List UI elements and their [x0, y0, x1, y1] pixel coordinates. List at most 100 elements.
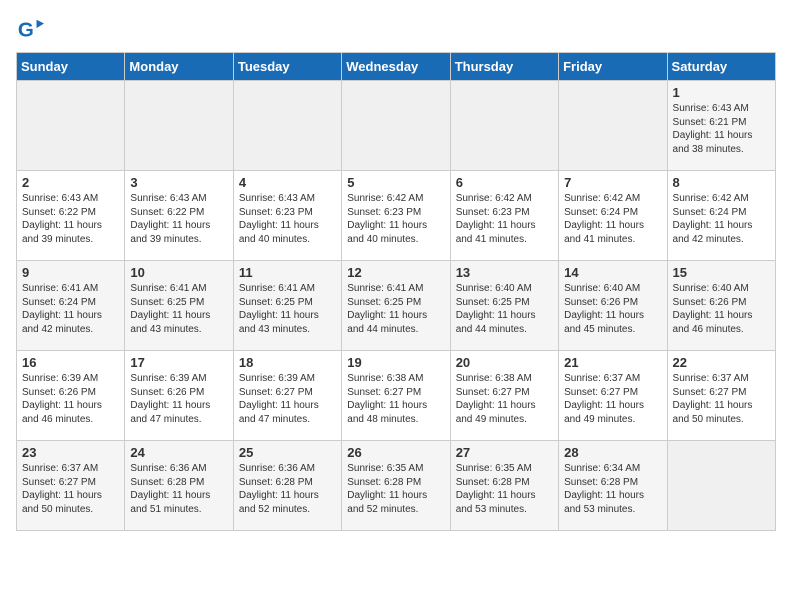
calendar-cell: 12Sunrise: 6:41 AMSunset: 6:25 PMDayligh…: [342, 261, 450, 351]
day-header-wednesday: Wednesday: [342, 53, 450, 81]
calendar-cell: [17, 81, 125, 171]
cell-info: Sunrise: 6:42 AMSunset: 6:24 PMDaylight:…: [673, 192, 770, 246]
day-number: 13: [456, 265, 553, 280]
day-number: 9: [22, 265, 119, 280]
week-row-3: 9 Sunrise: 6:41 AMSunset: 6:24 PMDaylight…: [17, 261, 776, 351]
calendar-cell: 2 Sunrise: 6:43 AMSunset: 6:22 PMDaylight…: [17, 171, 125, 261]
cell-info: Sunrise: 6:43 AMSunset: 6:23 PMDaylight:…: [239, 192, 336, 246]
cell-info: Sunrise: 6:43 AMSunset: 6:21 PMDaylight:…: [673, 102, 770, 156]
calendar-cell: 21 Sunrise: 6:37 AMSunset: 6:27 PMDayligh…: [559, 351, 667, 441]
cell-info: Sunrise: 6:37 AMSunset: 6:27 PMDaylight:…: [564, 372, 661, 426]
calendar-cell: 24 Sunrise: 6:36 AMSunset: 6:28 PMDayligh…: [125, 441, 233, 531]
calendar-cell: 25 Sunrise: 6:36 AMSunset: 6:28 PMDayligh…: [233, 441, 341, 531]
cell-info: Sunrise: 6:42 AMSunset: 6:23 PMDaylight:…: [456, 192, 553, 246]
day-number: 2: [22, 175, 119, 190]
cell-info: Sunrise: 6:37 AMSunset: 6:27 PMDaylight:…: [22, 462, 119, 516]
week-row-1: 1 Sunrise: 6:43 AMSunset: 6:21 PMDaylight…: [17, 81, 776, 171]
logo: G: [16, 16, 48, 44]
calendar-cell: 10 Sunrise: 6:41 AMSunset: 6:25 PMDayligh…: [125, 261, 233, 351]
day-number: 15: [673, 265, 770, 280]
cell-info: Sunrise: 6:42 AMSunset: 6:23 PMDaylight:…: [347, 192, 444, 246]
cell-info: Sunrise: 6:39 AMSunset: 6:26 PMDaylight:…: [22, 372, 119, 426]
day-number: 5: [347, 175, 444, 190]
day-header-tuesday: Tuesday: [233, 53, 341, 81]
calendar-cell: 19 Sunrise: 6:38 AMSunset: 6:27 PMDayligh…: [342, 351, 450, 441]
cell-info: Sunrise: 6:43 AMSunset: 6:22 PMDaylight:…: [130, 192, 227, 246]
day-header-friday: Friday: [559, 53, 667, 81]
calendar-cell: 18 Sunrise: 6:39 AMSunset: 6:27 PMDayligh…: [233, 351, 341, 441]
day-number: 21: [564, 355, 661, 370]
logo-icon: G: [16, 16, 44, 44]
calendar-cell: 7 Sunrise: 6:42 AMSunset: 6:24 PMDaylight…: [559, 171, 667, 261]
calendar-cell: 1 Sunrise: 6:43 AMSunset: 6:21 PMDaylight…: [667, 81, 775, 171]
calendar-cell: 16 Sunrise: 6:39 AMSunset: 6:26 PMDayligh…: [17, 351, 125, 441]
calendar-cell: 6 Sunrise: 6:42 AMSunset: 6:23 PMDaylight…: [450, 171, 558, 261]
day-number: 24: [130, 445, 227, 460]
calendar-cell: 3Sunrise: 6:43 AMSunset: 6:22 PMDaylight…: [125, 171, 233, 261]
cell-info: Sunrise: 6:36 AMSunset: 6:28 PMDaylight:…: [130, 462, 227, 516]
day-number: 6: [456, 175, 553, 190]
week-row-2: 2 Sunrise: 6:43 AMSunset: 6:22 PMDaylight…: [17, 171, 776, 261]
calendar-cell: 26 Sunrise: 6:35 AMSunset: 6:28 PMDayligh…: [342, 441, 450, 531]
calendar-cell: [125, 81, 233, 171]
cell-info: Sunrise: 6:42 AMSunset: 6:24 PMDaylight:…: [564, 192, 661, 246]
calendar-cell: 23 Sunrise: 6:37 AMSunset: 6:27 PMDayligh…: [17, 441, 125, 531]
calendar-cell: 5 Sunrise: 6:42 AMSunset: 6:23 PMDaylight…: [342, 171, 450, 261]
calendar-cell: 22Sunrise: 6:37 AMSunset: 6:27 PMDayligh…: [667, 351, 775, 441]
cell-info: Sunrise: 6:43 AMSunset: 6:22 PMDaylight:…: [22, 192, 119, 246]
calendar-cell: 11Sunrise: 6:41 AMSunset: 6:25 PMDayligh…: [233, 261, 341, 351]
day-header-saturday: Saturday: [667, 53, 775, 81]
calendar-cell: [667, 441, 775, 531]
cell-info: Sunrise: 6:35 AMSunset: 6:28 PMDaylight:…: [456, 462, 553, 516]
week-row-5: 23 Sunrise: 6:37 AMSunset: 6:27 PMDayligh…: [17, 441, 776, 531]
cell-info: Sunrise: 6:38 AMSunset: 6:27 PMDaylight:…: [456, 372, 553, 426]
cell-info: Sunrise: 6:40 AMSunset: 6:25 PMDaylight:…: [456, 282, 553, 336]
day-number: 26: [347, 445, 444, 460]
cell-info: Sunrise: 6:34 AMSunset: 6:28 PMDaylight:…: [564, 462, 661, 516]
day-number: 19: [347, 355, 444, 370]
cell-info: Sunrise: 6:35 AMSunset: 6:28 PMDaylight:…: [347, 462, 444, 516]
calendar-cell: 14 Sunrise: 6:40 AMSunset: 6:26 PMDayligh…: [559, 261, 667, 351]
day-number: 22: [673, 355, 770, 370]
svg-text:G: G: [18, 19, 34, 42]
cell-info: Sunrise: 6:36 AMSunset: 6:28 PMDaylight:…: [239, 462, 336, 516]
calendar-cell: [342, 81, 450, 171]
day-number: 25: [239, 445, 336, 460]
calendar-cell: 15 Sunrise: 6:40 AMSunset: 6:26 PMDayligh…: [667, 261, 775, 351]
calendar-cell: 27 Sunrise: 6:35 AMSunset: 6:28 PMDayligh…: [450, 441, 558, 531]
cell-info: Sunrise: 6:40 AMSunset: 6:26 PMDaylight:…: [673, 282, 770, 336]
day-number: 17: [130, 355, 227, 370]
cell-info: Sunrise: 6:41 AMSunset: 6:25 PMDaylight:…: [130, 282, 227, 336]
calendar-cell: 28 Sunrise: 6:34 AMSunset: 6:28 PMDayligh…: [559, 441, 667, 531]
header-row: SundayMondayTuesdayWednesdayThursdayFrid…: [17, 53, 776, 81]
cell-info: Sunrise: 6:40 AMSunset: 6:26 PMDaylight:…: [564, 282, 661, 336]
day-number: 1: [673, 85, 770, 100]
day-number: 10: [130, 265, 227, 280]
day-header-monday: Monday: [125, 53, 233, 81]
calendar-cell: [450, 81, 558, 171]
day-number: 16: [22, 355, 119, 370]
calendar-cell: 8Sunrise: 6:42 AMSunset: 6:24 PMDaylight…: [667, 171, 775, 261]
day-number: 7: [564, 175, 661, 190]
calendar-table: SundayMondayTuesdayWednesdayThursdayFrid…: [16, 52, 776, 531]
cell-info: Sunrise: 6:39 AMSunset: 6:26 PMDaylight:…: [130, 372, 227, 426]
day-number: 18: [239, 355, 336, 370]
calendar-cell: [559, 81, 667, 171]
day-number: 14: [564, 265, 661, 280]
day-number: 4: [239, 175, 336, 190]
cell-info: Sunrise: 6:38 AMSunset: 6:27 PMDaylight:…: [347, 372, 444, 426]
day-number: 20: [456, 355, 553, 370]
cell-info: Sunrise: 6:39 AMSunset: 6:27 PMDaylight:…: [239, 372, 336, 426]
cell-info: Sunrise: 6:41 AMSunset: 6:24 PMDaylight:…: [22, 282, 119, 336]
day-number: 23: [22, 445, 119, 460]
day-number: 27: [456, 445, 553, 460]
calendar-cell: 17 Sunrise: 6:39 AMSunset: 6:26 PMDayligh…: [125, 351, 233, 441]
calendar-cell: 20 Sunrise: 6:38 AMSunset: 6:27 PMDayligh…: [450, 351, 558, 441]
week-row-4: 16 Sunrise: 6:39 AMSunset: 6:26 PMDayligh…: [17, 351, 776, 441]
cell-info: Sunrise: 6:41 AMSunset: 6:25 PMDaylight:…: [347, 282, 444, 336]
day-number: 11: [239, 265, 336, 280]
calendar-cell: 13 Sunrise: 6:40 AMSunset: 6:25 PMDayligh…: [450, 261, 558, 351]
day-header-thursday: Thursday: [450, 53, 558, 81]
day-number: 28: [564, 445, 661, 460]
calendar-cell: [233, 81, 341, 171]
